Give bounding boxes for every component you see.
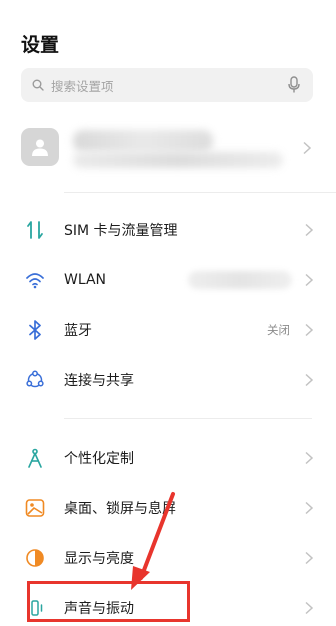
annotation-highlight-box bbox=[27, 581, 190, 622]
row-personalize[interactable]: 个性化定制 bbox=[0, 436, 336, 480]
row-label: 个性化定制 bbox=[64, 451, 134, 467]
wifi-network-blurred bbox=[188, 271, 292, 289]
row-label: 连接与共享 bbox=[64, 373, 134, 389]
chevron-right-icon bbox=[305, 501, 314, 515]
bluetooth-icon bbox=[24, 319, 46, 341]
microphone-icon[interactable] bbox=[287, 76, 301, 94]
row-label: WLAN bbox=[64, 272, 107, 288]
chevron-right-icon bbox=[303, 141, 312, 155]
search-bar[interactable]: 搜索设置项 bbox=[21, 68, 313, 102]
row-desktop-lockscreen[interactable]: 桌面、锁屏与息屏 bbox=[0, 486, 336, 530]
personalize-icon bbox=[24, 447, 46, 469]
row-wlan[interactable]: WLAN bbox=[0, 258, 336, 302]
divider bbox=[64, 192, 336, 193]
chevron-right-icon bbox=[305, 223, 314, 237]
row-connection-share[interactable]: 连接与共享 bbox=[0, 358, 336, 402]
divider bbox=[64, 418, 312, 419]
chevron-right-icon bbox=[305, 373, 314, 387]
row-label: 蓝牙 bbox=[64, 323, 92, 339]
account-detail-blurred bbox=[73, 152, 283, 168]
chevron-right-icon bbox=[305, 601, 314, 615]
row-label: 桌面、锁屏与息屏 bbox=[64, 501, 176, 517]
row-bluetooth[interactable]: 蓝牙 关闭 bbox=[0, 308, 336, 352]
chevron-right-icon bbox=[305, 551, 314, 565]
desktop-lockscreen-icon bbox=[24, 497, 46, 519]
wifi-icon bbox=[24, 269, 46, 291]
chevron-right-icon bbox=[305, 451, 314, 465]
account-name-blurred bbox=[73, 130, 213, 152]
bluetooth-status: 关闭 bbox=[267, 323, 290, 337]
account-row[interactable] bbox=[21, 126, 313, 170]
search-input[interactable]: 搜索设置项 bbox=[51, 76, 114, 95]
connection-share-icon bbox=[24, 369, 46, 391]
row-display-brightness[interactable]: 显示与亮度 bbox=[0, 536, 336, 580]
chevron-right-icon bbox=[305, 323, 314, 337]
user-icon bbox=[32, 139, 48, 156]
row-label: SIM 卡与流量管理 bbox=[64, 223, 178, 239]
sim-data-icon bbox=[24, 219, 46, 241]
page-title: 设置 bbox=[21, 34, 60, 56]
row-label: 显示与亮度 bbox=[64, 551, 134, 567]
display-brightness-icon bbox=[24, 547, 46, 569]
avatar bbox=[21, 128, 59, 166]
row-sim[interactable]: SIM 卡与流量管理 bbox=[0, 208, 336, 252]
chevron-right-icon bbox=[305, 273, 314, 287]
search-icon bbox=[31, 78, 45, 92]
